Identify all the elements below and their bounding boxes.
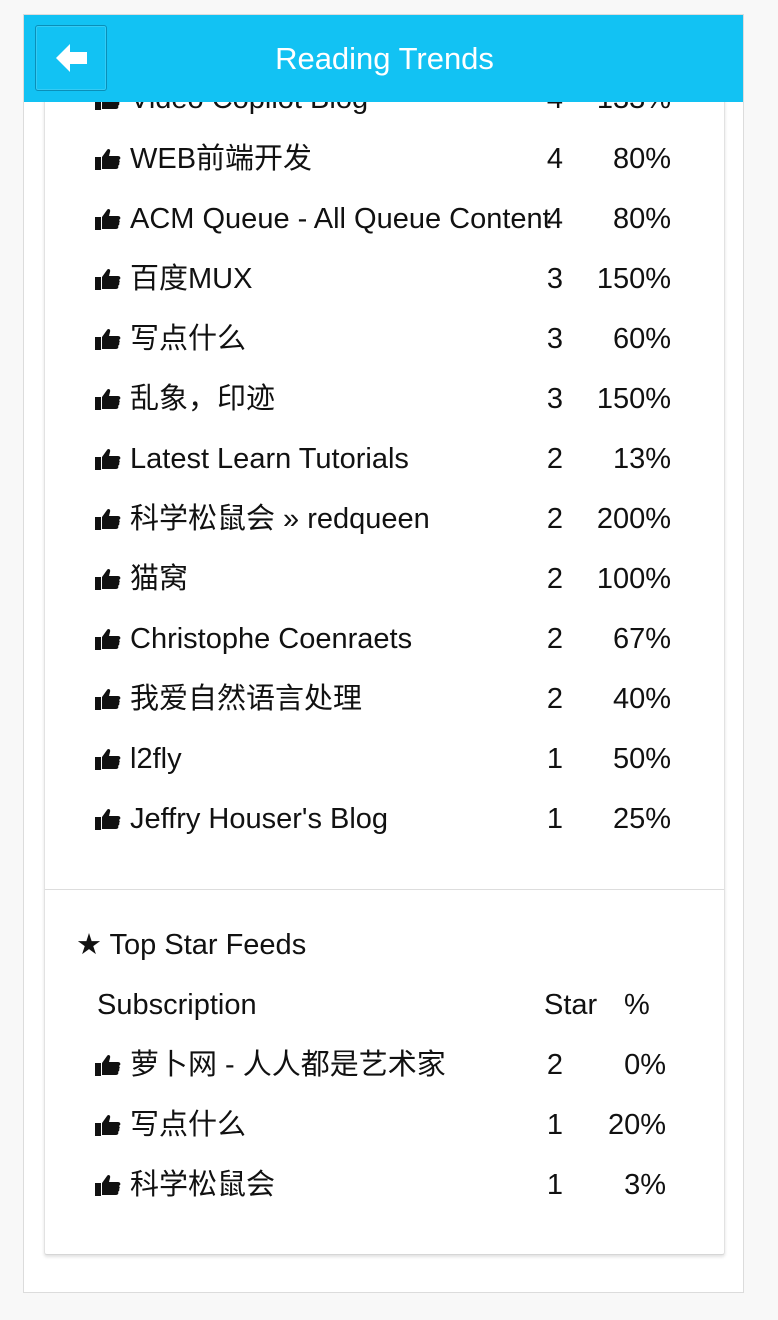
stats-card: Video Copilot Blog 4 133% WEB前端开发 4 80% … bbox=[44, 15, 725, 1255]
feed-percent: 100% bbox=[596, 563, 671, 595]
feed-percent: 60% bbox=[612, 323, 671, 355]
thumbs-up-icon bbox=[95, 1114, 121, 1136]
feed-name: Christophe Coenraets bbox=[130, 623, 413, 655]
list-item[interactable]: Jeffry Houser's Blog 1 25% bbox=[45, 799, 726, 839]
thumbs-up-icon bbox=[95, 148, 121, 170]
list-item[interactable]: 写点什么 3 60% bbox=[45, 319, 726, 359]
app-frame: Video Copilot Blog 4 133% WEB前端开发 4 80% … bbox=[23, 14, 744, 1293]
list-item[interactable]: 乱象，印迹 3 150% bbox=[45, 379, 726, 419]
feed-count: 2 bbox=[546, 683, 564, 715]
thumbs-up-icon bbox=[95, 388, 121, 410]
feed-name: Latest Learn Tutorials bbox=[130, 443, 409, 475]
feed-percent: 67% bbox=[612, 623, 671, 655]
feed-star-count: 1 bbox=[546, 1169, 564, 1201]
list-item[interactable]: Latest Learn Tutorials 2 13% bbox=[45, 439, 726, 479]
page-title: Reading Trends bbox=[275, 41, 494, 76]
feed-name: WEB前端开发 bbox=[130, 143, 313, 175]
list-item[interactable]: 科学松鼠会 » redqueen 2 200% bbox=[45, 499, 726, 539]
thumbs-up-icon bbox=[95, 328, 121, 350]
feed-name: 猫窝 bbox=[130, 563, 189, 595]
list-item[interactable]: 萝卜网 - 人人都是艺术家 2 0% bbox=[45, 1045, 726, 1085]
list-item[interactable]: Christophe Coenraets 2 67% bbox=[45, 619, 726, 659]
feed-name: Jeffry Houser's Blog bbox=[130, 803, 389, 835]
thumbs-up-icon bbox=[95, 808, 121, 830]
feed-percent: 80% bbox=[612, 143, 671, 175]
feed-count: 2 bbox=[546, 503, 564, 535]
feed-name: 写点什么 bbox=[130, 323, 247, 355]
feed-name: 科学松鼠会 bbox=[130, 1169, 276, 1201]
feed-percent: 25% bbox=[612, 803, 671, 835]
feed-count: 4 bbox=[546, 143, 564, 175]
feed-count: 3 bbox=[546, 323, 564, 355]
thumbs-up-icon bbox=[95, 448, 121, 470]
list-item[interactable]: l2fly 1 50% bbox=[45, 739, 726, 779]
feed-percent: 40% bbox=[612, 683, 671, 715]
list-item[interactable]: 科学松鼠会 1 3% bbox=[45, 1165, 726, 1205]
feed-name: 乱象，印迹 bbox=[130, 383, 276, 415]
column-header-percent: % bbox=[624, 989, 650, 1021]
list-item[interactable]: WEB前端开发 4 80% bbox=[45, 139, 726, 179]
app-header: Reading Trends bbox=[24, 15, 743, 102]
thumbs-up-icon bbox=[95, 568, 121, 590]
feed-count: 4 bbox=[546, 203, 564, 235]
feed-count: 3 bbox=[546, 263, 564, 295]
list-item[interactable]: 我爱自然语言处理 2 40% bbox=[45, 679, 726, 719]
thumbs-up-icon bbox=[95, 1054, 121, 1076]
feed-percent: 3% bbox=[624, 1169, 666, 1201]
feed-count: 1 bbox=[546, 743, 564, 775]
feed-star-count: 2 bbox=[546, 1049, 564, 1081]
feed-percent: 0% bbox=[624, 1049, 666, 1081]
feed-count: 3 bbox=[546, 383, 564, 415]
feed-percent: 50% bbox=[612, 743, 671, 775]
feed-name: 写点什么 bbox=[130, 1109, 247, 1141]
column-header-star: Star bbox=[544, 989, 598, 1021]
feed-name: l2fly bbox=[130, 743, 182, 775]
thumbs-up-icon bbox=[95, 628, 121, 650]
thumbs-up-icon bbox=[95, 1174, 121, 1196]
list-item[interactable]: 百度MUX 3 150% bbox=[45, 259, 726, 299]
feed-name: 萝卜网 - 人人都是艺术家 bbox=[130, 1049, 446, 1081]
feed-percent: 200% bbox=[596, 503, 671, 535]
feed-percent: 150% bbox=[596, 263, 671, 295]
feed-percent: 150% bbox=[596, 383, 671, 415]
list-item[interactable]: ACM Queue - All Queue Content 4 80% bbox=[45, 199, 726, 239]
section-divider bbox=[45, 889, 724, 890]
feed-star-count: 1 bbox=[546, 1109, 564, 1141]
feed-name: 我爱自然语言处理 bbox=[130, 683, 363, 715]
feed-count: 2 bbox=[546, 443, 564, 475]
feed-name: 科学松鼠会 » redqueen bbox=[130, 503, 430, 535]
feed-percent: 20% bbox=[607, 1109, 666, 1141]
thumbs-up-icon bbox=[95, 508, 121, 530]
thumbs-up-icon bbox=[95, 688, 121, 710]
feed-name: 百度MUX bbox=[130, 263, 253, 295]
thumbs-up-icon bbox=[95, 208, 121, 230]
column-header-subscription: Subscription bbox=[97, 989, 257, 1021]
thumbs-up-icon bbox=[95, 268, 121, 290]
top-star-feeds-heading: ★ Top Star Feeds bbox=[76, 929, 307, 961]
feed-name: ACM Queue - All Queue Content bbox=[130, 203, 551, 235]
feed-percent: 13% bbox=[612, 443, 671, 475]
feed-percent: 80% bbox=[612, 203, 671, 235]
feed-count: 2 bbox=[546, 623, 564, 655]
feed-count: 2 bbox=[546, 563, 564, 595]
list-item[interactable]: 猫窝 2 100% bbox=[45, 559, 726, 599]
feed-count: 1 bbox=[546, 803, 564, 835]
list-item[interactable]: 写点什么 1 20% bbox=[45, 1105, 726, 1145]
thumbs-up-icon bbox=[95, 748, 121, 770]
